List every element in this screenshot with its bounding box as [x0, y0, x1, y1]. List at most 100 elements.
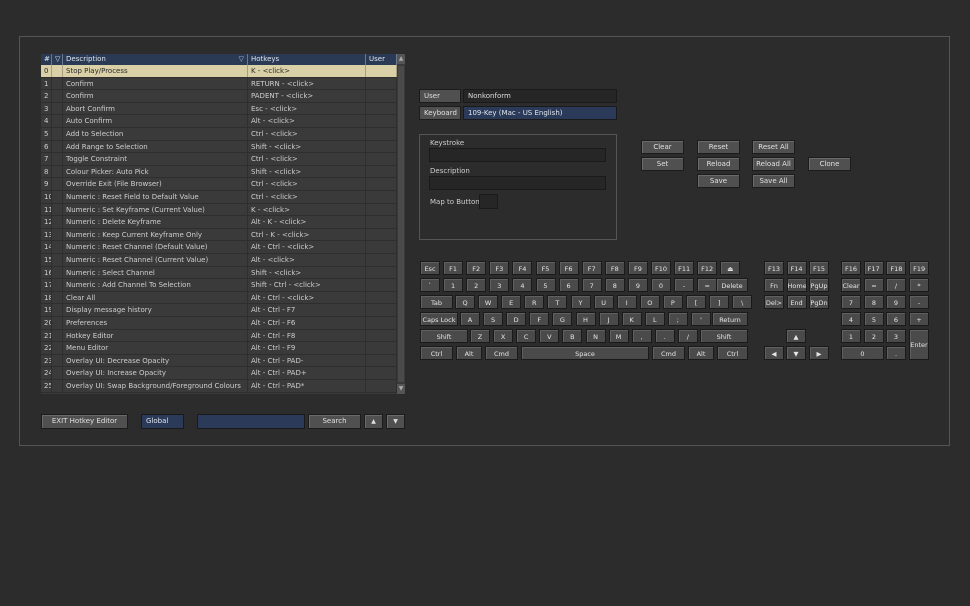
reset-all-button[interactable]: Reset All — [752, 140, 795, 154]
table-row[interactable]: 25 Overlay UI: Swap Background/Foreground… — [41, 380, 397, 393]
key-ctrl[interactable]: Ctrl — [717, 346, 748, 360]
key-4[interactable]: 4 — [841, 312, 861, 326]
key-[interactable]: ; — [667, 312, 688, 326]
key-f[interactable]: F — [529, 312, 550, 326]
reload-all-button[interactable]: Reload All — [752, 157, 795, 171]
key-8[interactable]: 8 — [864, 295, 884, 309]
key-5[interactable]: 5 — [864, 312, 884, 326]
key-b[interactable]: B — [562, 329, 583, 343]
key-t[interactable]: T — [547, 295, 568, 309]
key-o[interactable]: O — [639, 295, 660, 309]
key-v[interactable]: V — [539, 329, 560, 343]
table-row[interactable]: 16 Numeric : Select ChannelShift - <click… — [41, 266, 397, 280]
key-esc[interactable]: Esc — [420, 261, 440, 275]
key-[interactable]: , — [631, 329, 652, 343]
reset-button[interactable]: Reset — [697, 140, 740, 154]
key-f3[interactable]: F3 — [489, 261, 510, 275]
key-f5[interactable]: F5 — [535, 261, 556, 275]
key-[interactable]: ` — [420, 278, 440, 292]
key-3[interactable]: 3 — [489, 278, 510, 292]
key-3[interactable]: 3 — [886, 329, 906, 343]
key-e[interactable]: E — [501, 295, 522, 309]
key-home[interactable]: Home — [786, 278, 807, 292]
key-0[interactable]: 0 — [651, 278, 671, 292]
key-8[interactable]: 8 — [604, 278, 625, 292]
table-row[interactable]: 15 Numeric : Reset Channel (Current Value… — [41, 254, 397, 267]
key-2[interactable]: 2 — [466, 278, 487, 292]
key-return[interactable]: Return — [712, 312, 748, 326]
table-row[interactable]: 11 Numeric : Set Keyframe (Current Value)… — [41, 203, 397, 217]
key-l[interactable]: L — [644, 312, 665, 326]
key-space[interactable]: Space — [521, 346, 649, 360]
arrow-down-icon[interactable]: ▼ — [386, 414, 405, 429]
key-d[interactable]: D — [506, 312, 527, 326]
key-[interactable]: ] — [709, 295, 730, 309]
key-h[interactable]: H — [575, 312, 596, 326]
save-button[interactable]: Save — [697, 174, 740, 188]
key-tab[interactable]: Tab — [420, 295, 453, 309]
key-n[interactable]: N — [585, 329, 606, 343]
key-f2[interactable]: F2 — [466, 261, 487, 275]
scrollbar-thumb[interactable] — [398, 66, 404, 382]
table-row[interactable]: 9 Override Exit (File Browser) Ctrl - <cli… — [41, 178, 397, 191]
key-w[interactable]: W — [478, 295, 499, 309]
key-cmd[interactable]: Cmd — [485, 346, 518, 360]
table-row[interactable]: 10 Numeric : Reset Field to Default Value… — [41, 191, 397, 204]
key-delete[interactable]: Delete — [716, 278, 748, 292]
key-[interactable]: / — [886, 278, 906, 292]
key-[interactable]: + — [909, 312, 929, 326]
table-row[interactable]: 5 Add to Selection Ctrl - <click> — [41, 128, 397, 141]
description-field[interactable] — [429, 176, 606, 190]
search-button[interactable]: Search — [308, 414, 361, 429]
clear-button[interactable]: Clear — [641, 140, 684, 154]
table-row[interactable]: 17 Numeric : Add Channel To SelectionShif… — [41, 279, 397, 292]
key-f6[interactable]: F6 — [558, 261, 579, 275]
key-r[interactable]: R — [524, 295, 545, 309]
col-description-header[interactable]: Description ▽ — [63, 54, 248, 65]
key-6[interactable]: 6 — [886, 312, 906, 326]
table-row[interactable]: 1 Confirm RETURN - <click> — [41, 77, 397, 91]
key-pgdn[interactable]: PgDn — [809, 295, 829, 309]
key-z[interactable]: Z — [470, 329, 490, 343]
key-f15[interactable]: F15 — [809, 261, 829, 275]
key-f7[interactable]: F7 — [581, 261, 602, 275]
key-f1[interactable]: F1 — [443, 261, 464, 275]
col-number-header[interactable]: # — [41, 54, 52, 65]
key-j[interactable]: J — [598, 312, 619, 326]
key-q[interactable]: Q — [455, 295, 475, 309]
table-row[interactable]: 0 Stop Play/Process K - <click> — [41, 65, 397, 78]
key-u[interactable]: U — [593, 295, 614, 309]
clone-button[interactable]: Clone — [808, 157, 851, 171]
key-f8[interactable]: F8 — [604, 261, 625, 275]
key-9[interactable]: 9 — [627, 278, 648, 292]
key-caps-lock[interactable]: Caps Lock — [420, 312, 458, 326]
key-[interactable]: [ — [686, 295, 706, 309]
table-row[interactable]: 7 Toggle Constraint Ctrl - <click> — [41, 153, 397, 166]
key-m[interactable]: M — [608, 329, 629, 343]
key-f9[interactable]: F9 — [627, 261, 648, 275]
key-f10[interactable]: F10 — [651, 261, 671, 275]
table-row[interactable]: 12 Numeric : Delete KeyframeAlt - K - <cl… — [41, 216, 397, 229]
key-f17[interactable]: F17 — [863, 261, 884, 275]
key-y[interactable]: Y — [570, 295, 591, 309]
key-[interactable]: \ — [732, 295, 753, 309]
key-f19[interactable]: F19 — [909, 261, 930, 275]
scope-select[interactable]: Global — [141, 414, 184, 429]
key-1[interactable]: 1 — [841, 329, 861, 343]
filter-icon[interactable]: ▽ — [52, 54, 63, 65]
keyboard-select[interactable]: 109-Key (Mac - US English) — [463, 106, 617, 120]
search-input[interactable] — [197, 414, 305, 429]
table-row[interactable]: 23 Overlay UI: Decrease OpacityAlt - Ctrl… — [41, 354, 397, 368]
key-4[interactable]: 4 — [512, 278, 533, 292]
key-i[interactable]: I — [616, 295, 637, 309]
exit-hotkey-editor-button[interactable]: EXIT Hotkey Editor — [41, 414, 128, 429]
keystroke-field[interactable] — [429, 148, 606, 162]
key-7[interactable]: 7 — [581, 278, 602, 292]
table-row[interactable]: 2 Confirm PADENT - <click> — [41, 90, 397, 103]
key-[interactable]: ◀ — [764, 346, 784, 360]
key-shift[interactable]: Shift — [420, 329, 468, 343]
key-enter[interactable]: Enter — [909, 329, 929, 360]
key-ctrl[interactable]: Ctrl — [420, 346, 453, 360]
col-user-header[interactable]: User — [366, 54, 397, 65]
key-cmd[interactable]: Cmd — [652, 346, 685, 360]
